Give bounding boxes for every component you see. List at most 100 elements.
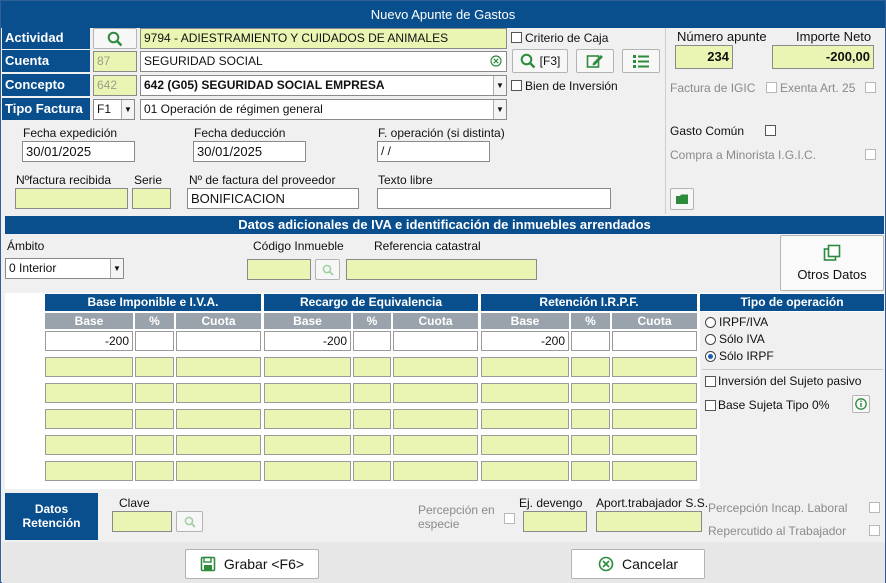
texto-libre-field[interactable] bbox=[377, 188, 611, 209]
table-cell[interactable] bbox=[353, 461, 391, 481]
table-cell[interactable] bbox=[176, 435, 261, 455]
table-cell[interactable] bbox=[612, 435, 697, 455]
table-cell[interactable] bbox=[176, 461, 261, 481]
cancelar-button[interactable]: Cancelar bbox=[571, 549, 705, 579]
table-cell[interactable] bbox=[45, 357, 133, 377]
importe-neto-field[interactable]: -200,00 bbox=[772, 45, 874, 69]
factura-igic-checkbox[interactable] bbox=[766, 82, 777, 93]
table-cell[interactable] bbox=[135, 409, 174, 429]
row1-pct-ret[interactable] bbox=[571, 331, 610, 351]
solo-irpf-radio[interactable] bbox=[705, 351, 716, 362]
tipo-factura-select[interactable]: 01 Operación de régimen general ▼ bbox=[140, 99, 507, 120]
table-cell[interactable] bbox=[571, 409, 610, 429]
ambito-select[interactable]: 0 Interior ▼ bbox=[5, 258, 124, 279]
codigo-inmueble-search-button[interactable] bbox=[315, 259, 340, 280]
table-cell[interactable] bbox=[612, 461, 697, 481]
grabar-button[interactable]: Grabar <F6> bbox=[185, 549, 319, 579]
table-cell[interactable] bbox=[45, 409, 133, 429]
chevron-down-icon[interactable]: ▼ bbox=[110, 259, 123, 278]
row1-base-ret[interactable]: -200 bbox=[481, 331, 569, 351]
percepcion-incap-checkbox[interactable] bbox=[869, 502, 880, 513]
table-cell[interactable] bbox=[45, 383, 133, 403]
nfactura-field[interactable] bbox=[15, 188, 128, 209]
table-cell[interactable] bbox=[571, 383, 610, 403]
criterio-caja-checkbox[interactable] bbox=[511, 32, 522, 43]
fecha-deduccion-field[interactable]: 30/01/2025 bbox=[193, 141, 306, 162]
compra-minorista-checkbox[interactable] bbox=[865, 149, 876, 160]
row1-pct-iva[interactable] bbox=[135, 331, 174, 351]
fecha-expedicion-field[interactable]: 30/01/2025 bbox=[22, 141, 135, 162]
irpf-iva-radio[interactable] bbox=[705, 317, 716, 328]
chevron-down-icon[interactable]: ▼ bbox=[121, 100, 134, 119]
table-cell[interactable] bbox=[353, 435, 391, 455]
row1-pct-rec[interactable] bbox=[353, 331, 391, 351]
actividad-search-button[interactable] bbox=[93, 28, 137, 49]
table-cell[interactable] bbox=[45, 461, 133, 481]
table-cell[interactable] bbox=[612, 357, 697, 377]
f-operacion-field[interactable]: / / bbox=[377, 141, 490, 162]
chevron-down-icon[interactable]: ▼ bbox=[493, 76, 506, 95]
codigo-inmueble-field[interactable] bbox=[247, 259, 311, 280]
concepto-code-field[interactable]: 642 bbox=[93, 75, 137, 96]
row1-cuota-iva[interactable] bbox=[176, 331, 261, 351]
table-cell[interactable] bbox=[353, 383, 391, 403]
gasto-comun-checkbox[interactable] bbox=[765, 125, 776, 136]
table-cell[interactable] bbox=[393, 383, 478, 403]
serie-field[interactable] bbox=[132, 188, 171, 209]
info-button[interactable] bbox=[852, 395, 870, 413]
table-cell[interactable] bbox=[571, 357, 610, 377]
table-cell[interactable] bbox=[135, 357, 174, 377]
table-cell[interactable] bbox=[264, 383, 351, 403]
table-cell[interactable] bbox=[571, 435, 610, 455]
table-cell[interactable] bbox=[481, 383, 569, 403]
table-cell[interactable] bbox=[176, 409, 261, 429]
bien-inversion-checkbox[interactable] bbox=[511, 80, 522, 91]
table-cell[interactable] bbox=[353, 409, 391, 429]
table-cell[interactable] bbox=[264, 409, 351, 429]
table-cell[interactable] bbox=[481, 435, 569, 455]
base-sujeta-checkbox[interactable] bbox=[705, 400, 716, 411]
table-cell[interactable] bbox=[176, 383, 261, 403]
actividad-field[interactable]: 9794 - ADIESTRAMIENTO Y CUIDADOS DE ANIM… bbox=[140, 28, 507, 49]
cuenta-code-field[interactable]: 87 bbox=[93, 51, 137, 72]
percepcion-especie-checkbox[interactable] bbox=[504, 513, 515, 524]
table-cell[interactable] bbox=[393, 461, 478, 481]
chevron-down-icon[interactable]: ▼ bbox=[493, 100, 506, 119]
table-cell[interactable] bbox=[176, 357, 261, 377]
aport-trabajador-field[interactable] bbox=[596, 511, 702, 532]
table-cell[interactable] bbox=[393, 435, 478, 455]
table-cell[interactable] bbox=[45, 435, 133, 455]
referencia-catastral-field[interactable] bbox=[346, 259, 537, 280]
otros-datos-button[interactable]: Otros Datos bbox=[780, 235, 884, 291]
concepto-select[interactable]: 642 (G05) SEGURIDAD SOCIAL EMPRESA ▼ bbox=[140, 75, 507, 96]
folder-button[interactable] bbox=[670, 188, 694, 210]
clave-field[interactable] bbox=[112, 511, 172, 532]
solo-iva-radio[interactable] bbox=[705, 334, 716, 345]
row1-base-rec[interactable]: -200 bbox=[264, 331, 351, 351]
nfactura-proveedor-field[interactable]: BONIFICACION bbox=[187, 188, 359, 209]
table-cell[interactable] bbox=[264, 357, 351, 377]
table-cell[interactable] bbox=[393, 357, 478, 377]
cuenta-field[interactable]: SEGURIDAD SOCIAL bbox=[140, 51, 507, 72]
table-cell[interactable] bbox=[481, 461, 569, 481]
table-cell[interactable] bbox=[135, 435, 174, 455]
table-cell[interactable] bbox=[612, 409, 697, 429]
table-cell[interactable] bbox=[571, 461, 610, 481]
table-cell[interactable] bbox=[135, 461, 174, 481]
clave-search-button[interactable] bbox=[176, 511, 203, 532]
cuenta-f3-search-button[interactable]: [F3] bbox=[512, 49, 568, 73]
table-cell[interactable] bbox=[353, 357, 391, 377]
list-button[interactable] bbox=[622, 49, 660, 73]
table-cell[interactable] bbox=[135, 383, 174, 403]
inversion-sujeto-checkbox[interactable] bbox=[705, 376, 716, 387]
table-cell[interactable] bbox=[393, 409, 478, 429]
tipo-factura-code-select[interactable]: F1 ▼ bbox=[93, 99, 135, 120]
repercutido-checkbox[interactable] bbox=[869, 525, 880, 536]
edit-button[interactable] bbox=[576, 49, 614, 73]
table-cell[interactable] bbox=[612, 383, 697, 403]
table-cell[interactable] bbox=[264, 435, 351, 455]
row1-cuota-ret[interactable] bbox=[612, 331, 697, 351]
numero-apunte-field[interactable]: 234 bbox=[675, 45, 733, 69]
row1-base-iva[interactable]: -200 bbox=[45, 331, 133, 351]
ej-devengo-field[interactable] bbox=[523, 511, 587, 532]
